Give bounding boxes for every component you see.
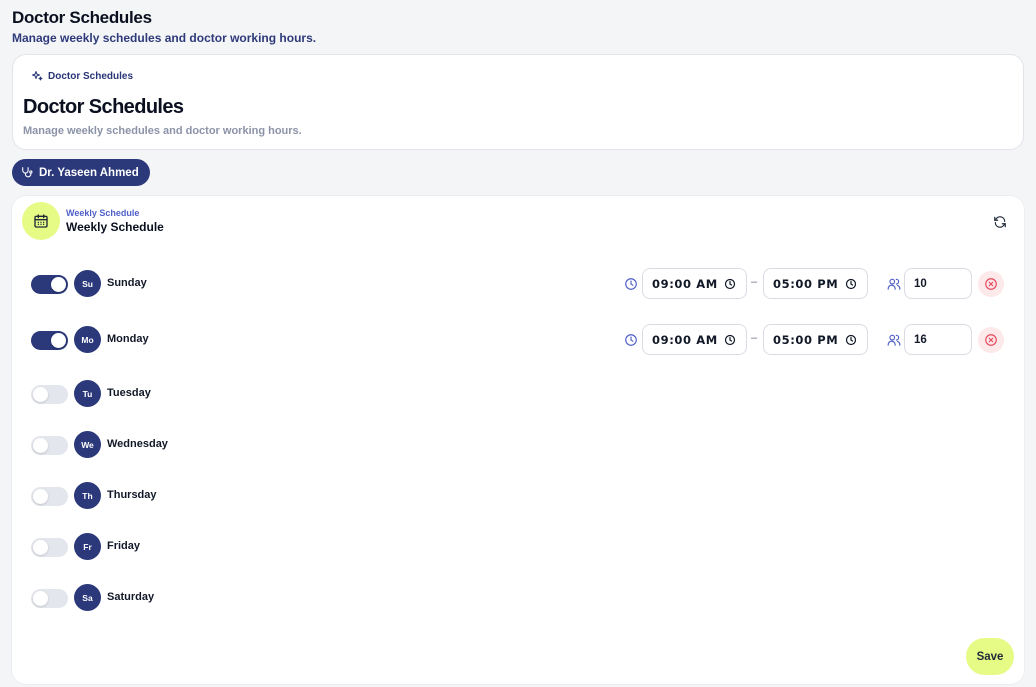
clock-icon — [625, 278, 637, 290]
day-avatar: Sa — [74, 584, 101, 611]
close-circle-icon — [985, 334, 997, 346]
day-row-friday: Fr Friday — [12, 531, 1024, 563]
day-row-saturday: Sa Saturday — [12, 582, 1024, 614]
day-avatar: Mo — [74, 326, 101, 353]
start-time-input[interactable]: 09:00 AM — [642, 324, 747, 355]
day-name: Monday — [107, 333, 149, 345]
calendar-badge — [22, 202, 60, 240]
end-time-input[interactable]: 05:00 PM — [763, 324, 868, 355]
day-avatar: Th — [74, 482, 101, 509]
start-time-value: 09:00 AM — [652, 276, 718, 291]
start-time-input[interactable]: 09:00 AM — [642, 268, 747, 299]
start-time-value: 09:00 AM — [652, 332, 718, 347]
day-toggle-saturday[interactable] — [31, 589, 68, 608]
close-circle-icon — [985, 278, 997, 290]
doctor-chip-label: Dr. Yaseen Ahmed — [39, 166, 139, 179]
users-icon — [887, 334, 901, 346]
clock-icon — [845, 334, 857, 346]
end-time-input[interactable]: 05:00 PM — [763, 268, 868, 299]
time-separator: – — [751, 276, 758, 288]
capacity-value: 16 — [914, 333, 927, 346]
doctor-select-chip[interactable]: Dr. Yaseen Ahmed — [12, 159, 150, 186]
clock-icon — [845, 278, 857, 290]
hero-subtitle: Manage weekly schedules and doctor worki… — [23, 125, 302, 137]
clock-icon — [724, 278, 736, 290]
day-toggle-tuesday[interactable] — [31, 385, 68, 404]
page-header: Doctor Schedules Manage weekly schedules… — [12, 8, 316, 45]
day-name: Saturday — [107, 591, 155, 603]
day-row-thursday: Th Thursday — [12, 480, 1024, 512]
day-toggle-monday[interactable] — [31, 331, 68, 350]
calendar-icon — [34, 214, 48, 228]
users-icon — [887, 278, 901, 290]
stethoscope-icon — [22, 167, 33, 178]
hero-card: Doctor Schedules Doctor Schedules Manage… — [12, 54, 1024, 150]
capacity-input[interactable]: 16 — [904, 324, 972, 355]
refresh-icon — [994, 216, 1006, 228]
day-toggle-wednesday[interactable] — [31, 436, 68, 455]
day-toggle-thursday[interactable] — [31, 487, 68, 506]
remove-slot-button[interactable] — [978, 327, 1004, 353]
day-row-tuesday: Tu Tuesday — [12, 378, 1024, 410]
day-toggle-friday[interactable] — [31, 538, 68, 557]
schedule-title: Weekly Schedule — [66, 220, 164, 234]
day-name: Thursday — [107, 489, 157, 501]
day-avatar: Fr — [74, 533, 101, 560]
clock-icon — [724, 334, 736, 346]
day-row-sunday: Su Sunday 09:00 AM – 05:00 PM 10 — [12, 268, 1024, 300]
sparkles-icon — [32, 71, 43, 81]
time-separator: – — [751, 332, 758, 344]
day-toggle-sunday[interactable] — [31, 275, 68, 294]
hero-breadcrumb-label: Doctor Schedules — [48, 70, 134, 82]
save-button[interactable]: Save — [966, 638, 1014, 675]
day-name: Sunday — [107, 277, 147, 289]
refresh-button[interactable] — [992, 214, 1008, 230]
day-name: Friday — [107, 540, 141, 552]
page-title: Doctor Schedules — [12, 8, 152, 27]
day-avatar: We — [74, 431, 101, 458]
day-name: Wednesday — [107, 438, 168, 450]
hero-title: Doctor Schedules — [23, 96, 184, 118]
weekly-schedule-card: Weekly Schedule Weekly Schedule Su Sunda… — [12, 196, 1024, 684]
day-avatar: Tu — [74, 380, 101, 407]
hero-breadcrumb: Doctor Schedules — [31, 70, 133, 82]
clock-icon — [625, 334, 637, 346]
end-time-value: 05:00 PM — [773, 276, 839, 291]
day-row-wednesday: We Wednesday — [12, 429, 1024, 461]
capacity-input[interactable]: 10 — [904, 268, 972, 299]
remove-slot-button[interactable] — [978, 271, 1004, 297]
day-name: Tuesday — [107, 387, 151, 399]
end-time-value: 05:00 PM — [773, 332, 839, 347]
day-avatar: Su — [74, 270, 101, 297]
schedule-eyebrow: Weekly Schedule — [66, 208, 140, 218]
page-subtitle: Manage weekly schedules and doctor worki… — [12, 31, 317, 45]
capacity-value: 10 — [914, 277, 927, 290]
day-row-monday: Mo Monday 09:00 AM – 05:00 PM 16 — [12, 324, 1024, 356]
